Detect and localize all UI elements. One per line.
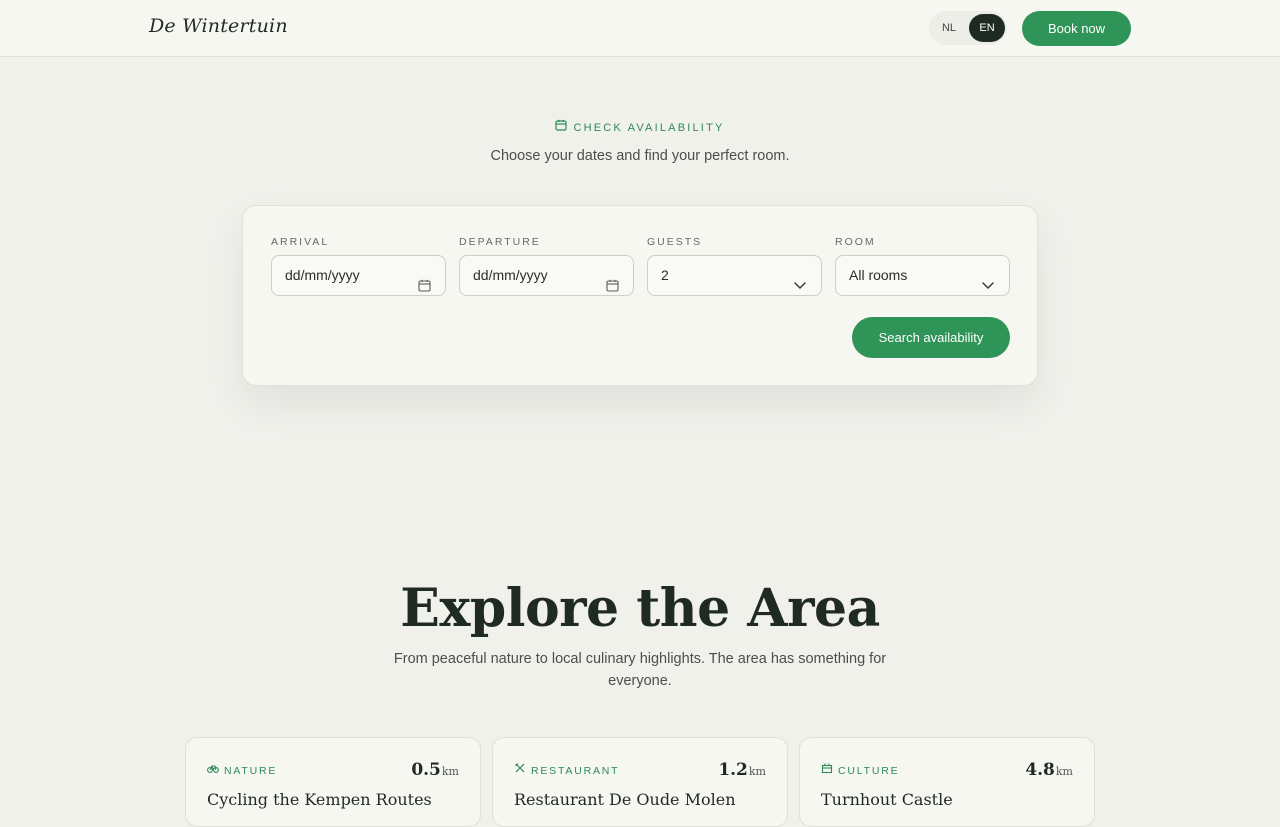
card-category: CULTURE	[821, 762, 900, 778]
utensils-icon	[514, 762, 526, 778]
card-distance-value: 0.5	[411, 760, 441, 780]
departure-label: DEPARTURE	[459, 236, 541, 248]
departure-date-input[interactable]: dd/mm/yyyy	[459, 255, 634, 296]
calendar-picker-icon[interactable]	[418, 268, 431, 307]
book-now-button[interactable]: Book now	[1022, 11, 1131, 46]
language-en-button[interactable]: EN	[969, 14, 1005, 42]
card-distance: 0.5km	[411, 760, 459, 782]
search-availability-button[interactable]: Search availability	[852, 317, 1010, 358]
top-navigation-bar: De Wintertuin NL EN Book now	[0, 0, 1280, 57]
availability-eyebrow-label: CHECK AVAILABILITY	[573, 122, 725, 134]
card-category: NATURE	[207, 764, 277, 778]
room-label: ROOM	[835, 236, 876, 248]
arrival-date-input[interactable]: dd/mm/yyyy	[271, 255, 446, 296]
area-card-nature[interactable]: NATURE 0.5km Cycling the Kempen Routes	[185, 737, 481, 827]
card-distance-unit: km	[441, 765, 459, 778]
chevron-down-icon	[793, 268, 807, 307]
card-distance-unit: km	[748, 765, 766, 778]
castle-icon	[821, 762, 833, 778]
guests-select[interactable]: 2	[647, 255, 822, 296]
guests-field: GUESTS 2	[647, 235, 822, 296]
card-distance-value: 1.2	[718, 760, 748, 780]
departure-field: DEPARTURE dd/mm/yyyy	[459, 235, 634, 296]
card-category: RESTAURANT	[514, 762, 620, 778]
explore-title: Explore the Area	[400, 578, 880, 639]
calendar-icon	[555, 119, 568, 136]
room-select-value: All rooms	[849, 267, 908, 283]
explore-subtitle: From peaceful nature to local culinary h…	[393, 651, 887, 689]
room-field: ROOM All rooms	[835, 235, 1010, 296]
brand-logo[interactable]: De Wintertuin	[149, 15, 288, 37]
card-distance: 4.8km	[1025, 760, 1073, 782]
calendar-picker-icon[interactable]	[606, 268, 619, 307]
arrival-date-value: dd/mm/yyyy	[285, 267, 360, 283]
card-category-label: RESTAURANT	[531, 765, 620, 777]
card-category-label: CULTURE	[838, 765, 900, 777]
availability-eyebrow: CHECK AVAILABILITY	[0, 119, 1280, 136]
bike-icon	[207, 762, 219, 778]
departure-date-value: dd/mm/yyyy	[473, 267, 548, 283]
area-card-restaurant[interactable]: RESTAURANT 1.2km Restaurant De Oude Mole…	[492, 737, 788, 827]
card-distance-unit: km	[1055, 765, 1073, 778]
arrival-label: ARRIVAL	[271, 236, 330, 248]
room-select[interactable]: All rooms	[835, 255, 1010, 296]
language-switcher: NL EN	[929, 11, 1007, 45]
language-nl-button[interactable]: NL	[931, 14, 967, 42]
availability-form-card: ARRIVAL dd/mm/yyyy DEPARTURE dd/mm/yyyy	[242, 205, 1038, 386]
area-card-culture[interactable]: CULTURE 4.8km Turnhout Castle	[799, 737, 1095, 827]
guests-label: GUESTS	[647, 236, 703, 248]
card-category-label: NATURE	[224, 765, 278, 777]
availability-subtitle: Choose your dates and find your perfect …	[490, 148, 790, 164]
card-distance: 1.2km	[718, 760, 766, 782]
chevron-down-icon	[981, 268, 995, 307]
card-distance-value: 4.8	[1025, 760, 1055, 780]
guests-select-value: 2	[661, 267, 669, 283]
arrival-field: ARRIVAL dd/mm/yyyy	[271, 235, 446, 296]
